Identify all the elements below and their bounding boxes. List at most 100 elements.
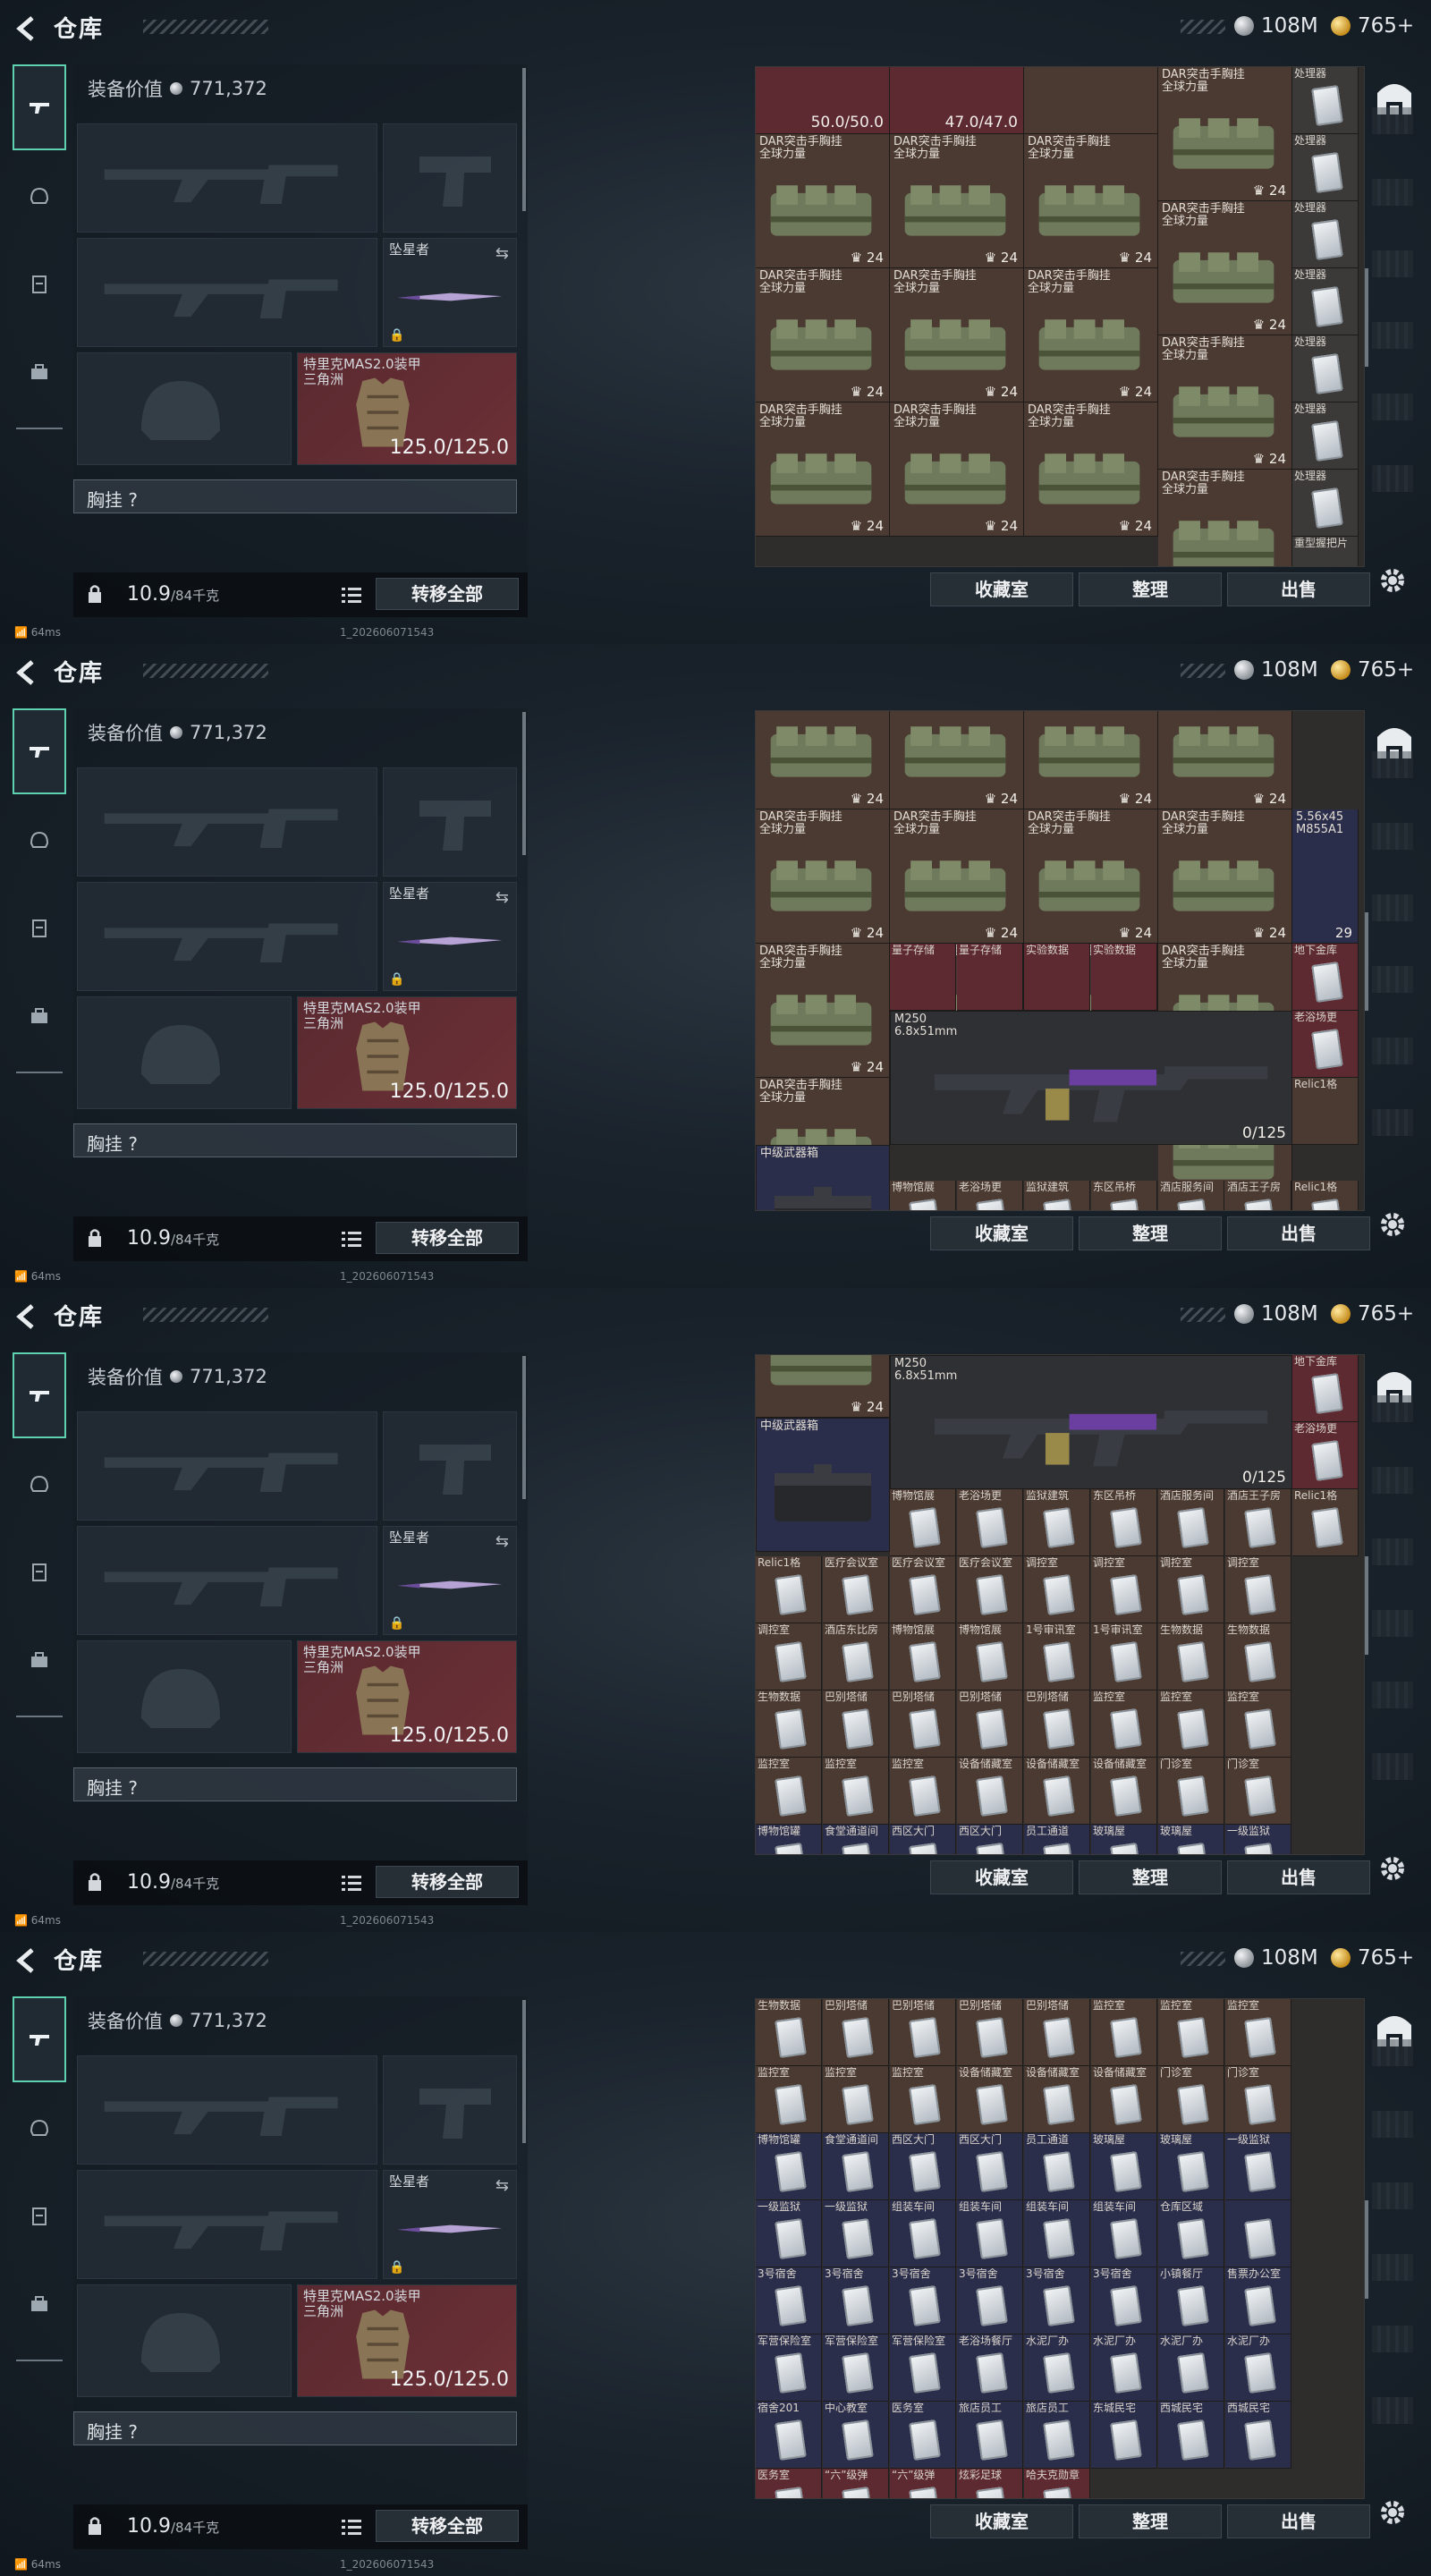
key-item[interactable]: 东区吊桥: [1091, 1181, 1157, 1210]
key-item[interactable]: Relic1格: [1292, 1489, 1359, 1556]
key-item[interactable]: 水泥厂办: [1158, 2334, 1224, 2402]
transfer-all-button[interactable]: 转移全部: [376, 1222, 519, 1254]
key-item[interactable]: 博物馆展: [890, 1489, 956, 1556]
key-item[interactable]: 3号宿舍: [957, 2267, 1023, 2334]
stash-grid[interactable]: DAR突击手胸挂♛ 24M2506.8x51mm0/125 中级武器箱 地下金库老浴…: [755, 1354, 1365, 1855]
helmet-item[interactable]: 50.0/50.0: [756, 67, 890, 134]
key-item[interactable]: 组装车间: [957, 2200, 1023, 2267]
side-filter-item[interactable]: [1372, 322, 1413, 349]
key-item[interactable]: 地下金库: [1292, 944, 1359, 1011]
pistol-slot[interactable]: [383, 1411, 517, 1521]
chest-rig-item[interactable]: DAR突击手胸挂全球力量♛ 24: [1024, 268, 1158, 402]
key-item[interactable]: 巴别塔储: [823, 1690, 889, 1758]
key-item[interactable]: 炫彩足球: [957, 2469, 1023, 2498]
chest-rig-item[interactable]: DAR突击手胸挂全球力量♛ 24: [1024, 711, 1158, 809]
key-item[interactable]: 调控室: [1158, 1556, 1224, 1623]
chest-rig-item[interactable]: DAR突击手胸挂全球力量♛ 24: [890, 402, 1024, 537]
key-item[interactable]: 水泥厂办: [1024, 2334, 1090, 2402]
key-item[interactable]: 酒店服务间: [1158, 1181, 1224, 1210]
m250-machine-gun[interactable]: M250 6.8x51mm 0/125: [890, 1011, 1292, 1145]
key-item[interactable]: 1号审讯室: [1024, 1623, 1090, 1690]
key-item[interactable]: 西城民宅: [1158, 2402, 1224, 2469]
key-item[interactable]: 医务室: [890, 2402, 956, 2469]
key-item[interactable]: 玻璃屋: [1091, 2133, 1157, 2200]
side-filter-item[interactable]: [1372, 1467, 1413, 1494]
key-item[interactable]: 设备储藏室: [957, 2066, 1023, 2133]
tab-helmet[interactable]: [13, 2086, 66, 2172]
key-item[interactable]: 监控室: [1158, 1999, 1224, 2066]
equipment-scrollbar[interactable]: [522, 1356, 526, 1499]
key-item[interactable]: 博物馆展: [957, 1623, 1023, 1690]
key-item[interactable]: 监控室: [756, 2066, 822, 2133]
side-filter-item[interactable]: [1372, 465, 1413, 492]
key-item[interactable]: 监控室: [756, 1758, 822, 1825]
key-item[interactable]: 设备储藏室: [1091, 1758, 1157, 1825]
tab-vest[interactable]: [13, 1530, 66, 1615]
key-item[interactable]: 西区大门: [890, 2133, 956, 2200]
processor-item[interactable]: 处理器: [1292, 134, 1359, 201]
key-item[interactable]: 地下金库: [1292, 1355, 1359, 1422]
collection-room-button[interactable]: 收藏室: [930, 1860, 1073, 1894]
chest-rig-item[interactable]: DAR突击手胸挂全球力量♛ 24: [756, 268, 890, 402]
side-filter-item[interactable]: [1372, 894, 1413, 921]
chest-rig-section[interactable]: 胸挂 ?: [73, 1767, 517, 1801]
sort-button[interactable]: 整理: [1079, 1860, 1222, 1894]
key-item[interactable]: 水泥厂办: [1091, 2334, 1157, 2402]
side-filter-item[interactable]: [1372, 2254, 1413, 2281]
key-item[interactable]: 中心教室: [823, 2402, 889, 2469]
helmet-slot[interactable]: [77, 996, 292, 1109]
chest-rig-item[interactable]: DAR突击手胸挂全球力量♛ 24: [890, 134, 1024, 268]
key-item[interactable]: 医疗会议室: [957, 1556, 1023, 1623]
stash-grid[interactable]: 生物数据 巴别塔储 巴别塔储 巴别塔储 巴别塔储 监控室 监控室 监控室 监控室 监控室 监控室 设备…: [755, 1998, 1365, 2499]
key-item[interactable]: 监控室: [1225, 1690, 1291, 1758]
key-item[interactable]: 组装车间: [1024, 2200, 1090, 2267]
key-item[interactable]: 3号宿舍: [823, 2267, 889, 2334]
key-item[interactable]: 3号宿舍: [756, 2267, 822, 2334]
weapon-crate-item[interactable]: 中级武器箱: [756, 1418, 890, 1552]
chest-rig-item[interactable]: DAR突击手胸挂全球力量♛ 24: [1158, 201, 1292, 335]
chest-rig-item[interactable]: DAR突击手胸挂全球力量♛ 24: [1024, 134, 1158, 268]
sort-button[interactable]: 整理: [1079, 2504, 1222, 2538]
key-item[interactable]: 设备储藏室: [957, 1758, 1023, 1825]
processor-item[interactable]: 处理器: [1292, 402, 1359, 470]
tab-backpack[interactable]: [13, 973, 66, 1059]
chest-rig-section[interactable]: 胸挂 ?: [73, 2411, 517, 2445]
lock-icon[interactable]: [86, 1228, 104, 1248]
secondary-weapon-slot[interactable]: [77, 882, 377, 991]
key-item[interactable]: 巴别塔储: [823, 1999, 889, 2066]
tab-helmet[interactable]: [13, 798, 66, 884]
back-button[interactable]: [13, 658, 43, 687]
key-item[interactable]: 监控室: [1158, 1690, 1224, 1758]
pistol-slot[interactable]: [383, 2055, 517, 2165]
sort-button[interactable]: 整理: [1079, 1216, 1222, 1250]
silver-currency[interactable]: 108M: [1234, 1946, 1318, 1970]
tab-weapons[interactable]: [13, 1352, 66, 1438]
stash-grid[interactable]: DAR突击手胸挂全球力量 ♛ 24 DAR突击手胸挂全球力量 ♛ 24 DAR突击手胸挂…: [755, 710, 1365, 1211]
side-filter-item[interactable]: [1372, 2111, 1413, 2138]
melee-slot[interactable]: 坠星者 ⇆ 🔒: [383, 1526, 517, 1635]
key-item[interactable]: 哈夫克勋章: [1024, 2469, 1090, 2498]
key-item[interactable]: 员工通道: [1024, 1825, 1090, 1854]
data-item[interactable]: 量子存储: [890, 944, 956, 1011]
key-item[interactable]: 东区吊桥: [1091, 1489, 1157, 1556]
processor-item[interactable]: 处理器: [1292, 201, 1359, 268]
key-item[interactable]: 生物数据: [756, 1999, 822, 2066]
key-item[interactable]: 监控室: [890, 2066, 956, 2133]
key-item[interactable]: 一级监狱: [1225, 1825, 1291, 1854]
key-item[interactable]: 博物馆展: [890, 1181, 956, 1210]
chest-rig-item[interactable]: [1024, 67, 1158, 134]
secondary-weapon-slot[interactable]: [77, 1526, 377, 1635]
key-item[interactable]: 仓库区域: [1158, 2200, 1224, 2267]
m250-machine-gun[interactable]: M250 6.8x51mm 0/125: [890, 1355, 1292, 1489]
key-item[interactable]: 监狱建筑: [1024, 1181, 1090, 1210]
chest-rig-item[interactable]: DAR突击手胸挂全球力量♛ 24: [1024, 402, 1158, 537]
primary-weapon-slot[interactable]: [77, 2055, 377, 2165]
processor-item[interactable]: 处理器: [1292, 268, 1359, 335]
list-icon[interactable]: [342, 587, 361, 603]
key-item[interactable]: 监狱建筑: [1024, 1489, 1090, 1556]
side-filter-item[interactable]: [1372, 1753, 1413, 1780]
data-item[interactable]: 量子存储: [957, 944, 1023, 1011]
side-filter-item[interactable]: [1372, 2326, 1413, 2352]
key-item[interactable]: 调控室: [1091, 1556, 1157, 1623]
key-item[interactable]: 食堂通道间: [823, 2133, 889, 2200]
